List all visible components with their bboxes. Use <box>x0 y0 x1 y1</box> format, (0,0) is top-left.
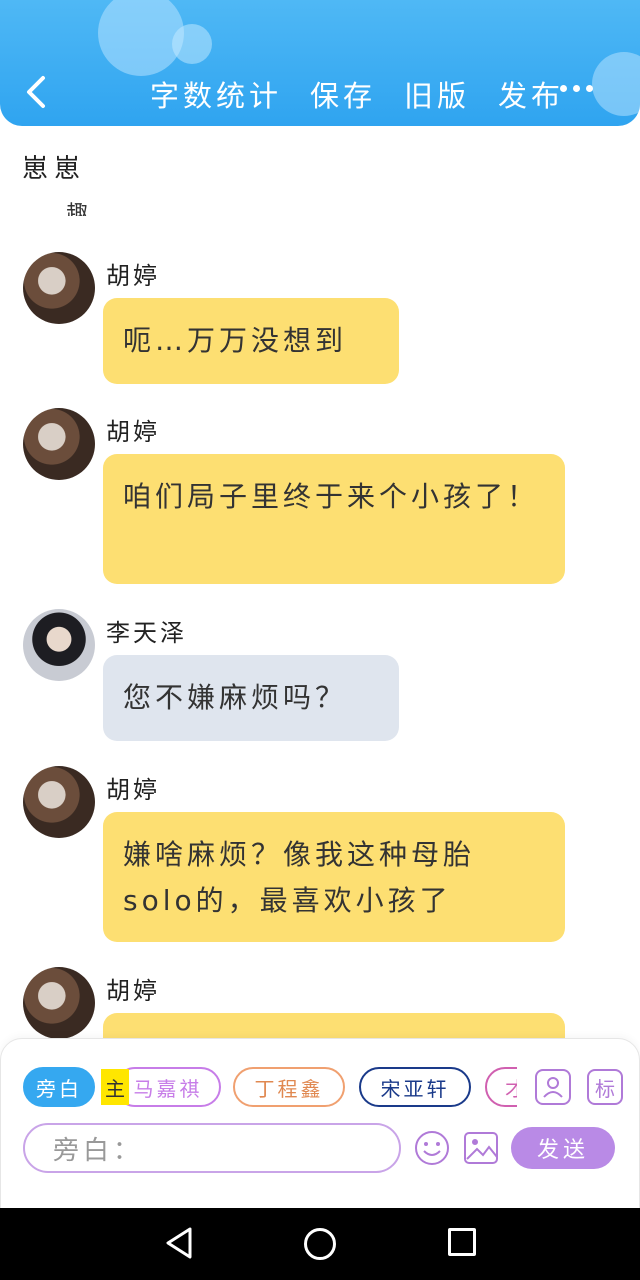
tag-button[interactable]: 标 <box>587 1069 623 1105</box>
emoji-icon <box>415 1131 449 1165</box>
avatar[interactable] <box>23 408 95 480</box>
chevron-left-icon <box>27 76 45 108</box>
avatar[interactable] <box>23 766 95 838</box>
image-button[interactable] <box>463 1131 499 1165</box>
decor-bubble <box>172 24 212 64</box>
nav-back-icon[interactable] <box>164 1226 194 1260</box>
old-version-button[interactable]: 旧版 <box>404 73 470 115</box>
emoji-button[interactable] <box>413 1129 451 1167</box>
main-character-tag: 主 <box>101 1069 129 1105</box>
publish-button[interactable]: 发布 <box>498 73 564 115</box>
decor-bubble <box>98 0 184 76</box>
message-bubble[interactable]: 咱们局子里终于来个小孩了！ <box>103 454 565 584</box>
sender-name: 胡婷 <box>106 977 160 1005</box>
image-icon <box>464 1132 498 1164</box>
character-chip[interactable]: 马嘉祺 <box>115 1067 221 1107</box>
sender-name: 胡婷 <box>106 262 160 290</box>
character-selector: 旁白 马嘉祺 主 丁程鑫 宋亚轩 才 <box>23 1067 517 1109</box>
more-dot-icon <box>560 84 567 92</box>
composer-panel: 旁白 马嘉祺 主 丁程鑫 宋亚轩 才 标 旁白： 发送 <box>0 1038 640 1210</box>
sender-name: 胡婷 <box>106 776 160 804</box>
character-chip[interactable]: 丁程鑫 <box>233 1067 345 1107</box>
avatar[interactable] <box>23 609 95 681</box>
character-manage-button[interactable] <box>535 1069 571 1105</box>
intro-fragment: 趣 <box>66 202 89 216</box>
message-bubble[interactable]: 嫌啥麻烦？像我这种母胎solo的，最喜欢小孩了 <box>103 812 565 942</box>
more-menu-button[interactable] <box>560 76 600 100</box>
character-chip[interactable]: 才 <box>485 1067 517 1107</box>
avatar[interactable] <box>23 967 95 1039</box>
word-count-button[interactable]: 字数统计 <box>150 73 282 115</box>
more-dot-icon <box>586 84 593 92</box>
character-chip-narrator[interactable]: 旁白 <box>23 1067 95 1107</box>
back-button[interactable] <box>22 72 50 112</box>
system-nav-bar <box>0 1208 640 1280</box>
character-chip[interactable]: 宋亚轩 <box>359 1067 471 1107</box>
nav-home-icon[interactable] <box>304 1228 336 1260</box>
message-bubble[interactable]: 您不嫌麻烦吗？ <box>103 655 399 741</box>
sender-name: 李天泽 <box>106 619 187 647</box>
person-icon <box>543 1077 563 1098</box>
top-bar: 字数统计 保存 旧版 发布 <box>0 0 640 126</box>
sender-name: 胡婷 <box>106 418 160 446</box>
more-dot-icon <box>573 84 580 92</box>
nav-recent-apps-icon[interactable] <box>448 1228 476 1256</box>
message-bubble[interactable]: 呃…万万没想到 <box>103 298 399 384</box>
save-button[interactable]: 保存 <box>310 73 376 115</box>
message-input[interactable]: 旁白： <box>23 1123 401 1173</box>
avatar[interactable] <box>23 252 95 324</box>
intro-text: 崽崽 <box>22 154 87 184</box>
send-button[interactable]: 发送 <box>511 1127 615 1169</box>
toolbar: 字数统计 保存 旧版 发布 <box>150 72 564 116</box>
